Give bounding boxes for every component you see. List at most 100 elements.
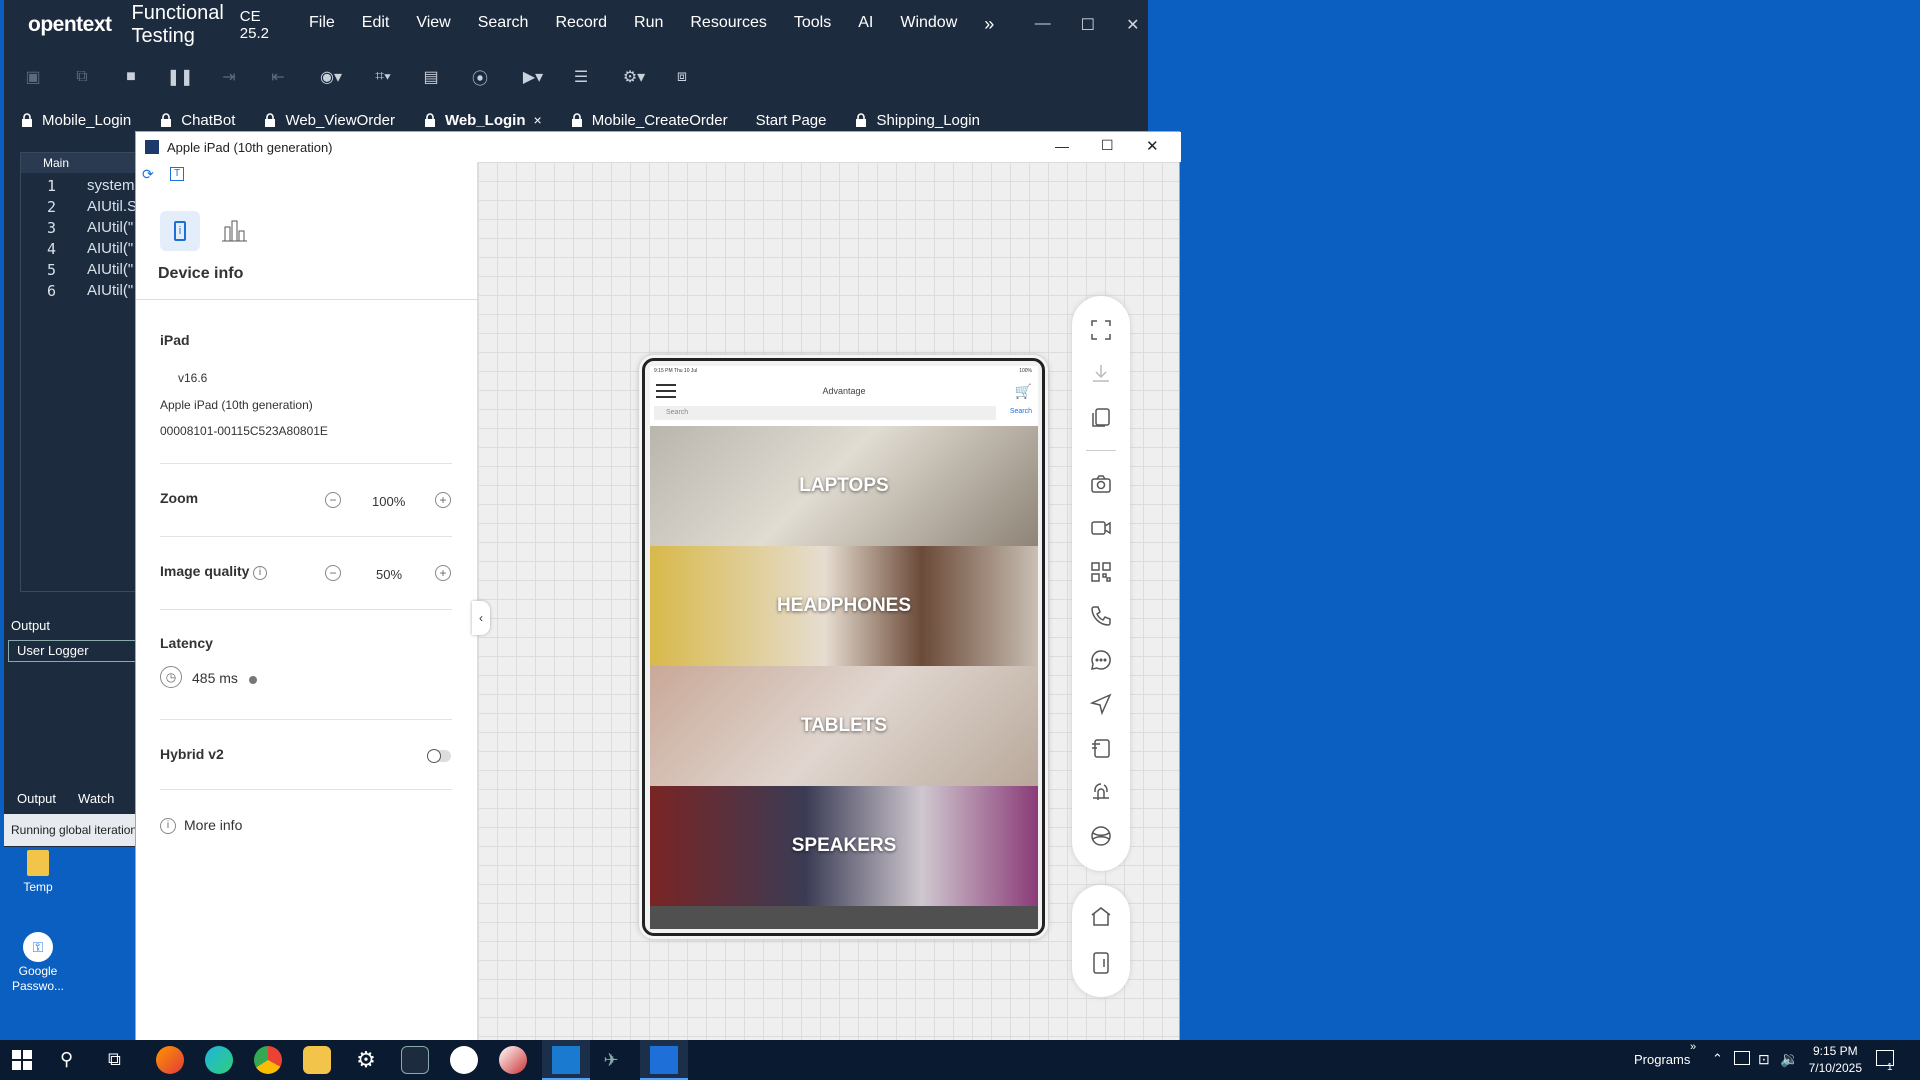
- code-line[interactable]: 3 AIUtil(": [21, 219, 141, 240]
- phone-icon[interactable]: [1089, 604, 1113, 628]
- stop-icon[interactable]: ■: [118, 64, 144, 90]
- cart-icon[interactable]: 🛒: [1015, 383, 1032, 400]
- fingerprint-icon[interactable]: [1089, 780, 1113, 804]
- window-icon[interactable]: ⧈: [669, 64, 695, 90]
- windows-start-icon[interactable]: [12, 1050, 32, 1070]
- code-editor[interactable]: Main 1 system 2 AIUtil.S 3 AIUtil(" 4 AIUtil…: [20, 152, 141, 592]
- remote-icon[interactable]: [499, 1046, 527, 1074]
- ai-mode-icon[interactable]: ⌗▾: [366, 64, 400, 90]
- maximize-icon[interactable]: ☐: [1101, 137, 1114, 154]
- menu-tools[interactable]: Tools: [794, 14, 831, 35]
- menu-search[interactable]: Search: [478, 14, 529, 35]
- search-icon[interactable]: ⚲: [60, 1049, 73, 1070]
- refresh-icon[interactable]: ⟳: [142, 166, 154, 183]
- chrome-icon[interactable]: [254, 1046, 282, 1074]
- zoom-increase-button[interactable]: +: [435, 492, 451, 508]
- taskbar-active-app[interactable]: [542, 1040, 590, 1080]
- device-info-tab[interactable]: i: [160, 211, 200, 251]
- close-icon[interactable]: ✕: [1110, 15, 1155, 35]
- tab-web-login[interactable]: Web_Login ×: [423, 112, 542, 129]
- tab-close-icon[interactable]: ×: [534, 112, 542, 128]
- tab-web-vieworder[interactable]: Web_ViewOrder: [263, 112, 395, 129]
- zoom-decrease-button[interactable]: −: [325, 492, 341, 508]
- menu-file[interactable]: File: [309, 14, 335, 35]
- step-over-icon[interactable]: ⇤: [265, 64, 291, 90]
- category-laptops[interactable]: LAPTOPS: [650, 426, 1038, 546]
- step-into-icon[interactable]: ⇥: [216, 64, 242, 90]
- bottom-tab-watch[interactable]: Watch: [78, 791, 114, 806]
- menu-run[interactable]: Run: [634, 14, 663, 35]
- checkpoint-icon[interactable]: ⦿: [467, 64, 493, 90]
- gear-icon[interactable]: ⚙▾: [617, 64, 651, 90]
- save-icon[interactable]: ▣: [20, 64, 46, 90]
- chat-app-icon[interactable]: [450, 1046, 478, 1074]
- list-icon[interactable]: ☰: [568, 64, 594, 90]
- menu-window[interactable]: Window: [900, 14, 957, 35]
- analytics-tab[interactable]: [214, 211, 254, 251]
- menu-resources[interactable]: Resources: [690, 14, 766, 35]
- fullscreen-icon[interactable]: [1089, 318, 1113, 342]
- terminal-icon[interactable]: [401, 1046, 429, 1074]
- network-icon[interactable]: ⊡: [1758, 1051, 1770, 1068]
- ipad-screen[interactable]: 9:15 PM Thu 10 Jul 100% Advantage 🛒 Sear…: [650, 366, 1038, 929]
- search-button[interactable]: Search: [1010, 408, 1032, 415]
- settings-icon[interactable]: ⚙: [352, 1046, 380, 1074]
- chevron-up-icon[interactable]: ⌃: [1712, 1051, 1723, 1067]
- code-line[interactable]: 5 AIUtil(": [21, 261, 141, 282]
- category-tablets[interactable]: TABLETS: [650, 666, 1038, 786]
- text-icon[interactable]: T: [170, 167, 184, 181]
- download-icon[interactable]: [1089, 362, 1113, 386]
- firefox-icon[interactable]: [156, 1046, 184, 1074]
- hybrid-toggle[interactable]: [427, 749, 451, 763]
- editor-tab-main[interactable]: Main: [21, 153, 141, 173]
- output-dropdown[interactable]: User Logger: [8, 640, 136, 662]
- desktop-icon-temp[interactable]: Temp: [8, 850, 68, 894]
- search-input[interactable]: Search: [654, 406, 996, 420]
- camera-icon[interactable]: [1089, 472, 1113, 496]
- rotate-device-icon[interactable]: [1089, 951, 1113, 975]
- clock[interactable]: 9:15 PM 7/10/2025: [1809, 1043, 1862, 1077]
- bottom-tab-output[interactable]: Output: [17, 791, 56, 806]
- quality-increase-button[interactable]: +: [435, 565, 451, 581]
- expand-icon[interactable]: »: [1690, 1041, 1696, 1053]
- taskbar-functional-testing[interactable]: [640, 1040, 688, 1080]
- minimize-icon[interactable]: —: [1055, 138, 1069, 154]
- code-line[interactable]: 6 AIUtil(": [21, 282, 141, 303]
- programs-toolbar[interactable]: Programs: [1634, 1052, 1690, 1067]
- network-icon[interactable]: [1089, 824, 1113, 848]
- file-explorer-icon[interactable]: [303, 1046, 331, 1074]
- tab-chatbot[interactable]: ChatBot: [159, 112, 235, 129]
- defender-icon[interactable]: [1734, 1051, 1750, 1065]
- quality-decrease-button[interactable]: −: [325, 565, 341, 581]
- run-options-icon[interactable]: ▶▾: [516, 64, 550, 90]
- location-icon[interactable]: [1089, 692, 1113, 716]
- install-app-icon[interactable]: [1089, 736, 1113, 760]
- tab-shipping-login[interactable]: Shipping_Login: [854, 112, 980, 129]
- tab-mobile-login[interactable]: Mobile_Login: [20, 112, 131, 129]
- menu-edit[interactable]: Edit: [362, 14, 390, 35]
- chat-icon[interactable]: [1089, 648, 1113, 672]
- info-icon[interactable]: i: [253, 566, 267, 580]
- minimize-icon[interactable]: —: [1020, 15, 1065, 35]
- task-view-icon[interactable]: ⧉: [108, 1049, 121, 1070]
- record-mode-icon[interactable]: ◉▾: [314, 64, 348, 90]
- qr-code-icon[interactable]: [1089, 560, 1113, 584]
- archive-icon[interactable]: ▤: [418, 64, 444, 90]
- desktop-icon-google-passwords[interactable]: ⚿ Google Passwo...: [8, 932, 68, 994]
- code-line[interactable]: 2 AIUtil.S: [21, 198, 141, 219]
- edge-icon[interactable]: [205, 1046, 233, 1074]
- menu-ai[interactable]: AI: [858, 14, 873, 35]
- category-headphones[interactable]: HEADPHONES: [650, 546, 1038, 666]
- code-line[interactable]: 4 AIUtil(": [21, 240, 141, 261]
- collapse-sidebar-button[interactable]: ‹: [472, 601, 490, 635]
- menu-overflow-icon[interactable]: »: [984, 14, 994, 35]
- close-icon[interactable]: ✕: [1146, 137, 1159, 155]
- menu-view[interactable]: View: [416, 14, 450, 35]
- maximize-icon[interactable]: ☐: [1065, 15, 1110, 35]
- category-speakers[interactable]: SPEAKERS: [650, 786, 1038, 906]
- tab-mobile-createorder[interactable]: Mobile_CreateOrder: [570, 112, 728, 129]
- menu-record[interactable]: Record: [555, 14, 607, 35]
- airplane-icon[interactable]: ✈: [597, 1046, 625, 1074]
- code-line[interactable]: 1 system: [21, 177, 141, 198]
- video-icon[interactable]: [1089, 516, 1113, 540]
